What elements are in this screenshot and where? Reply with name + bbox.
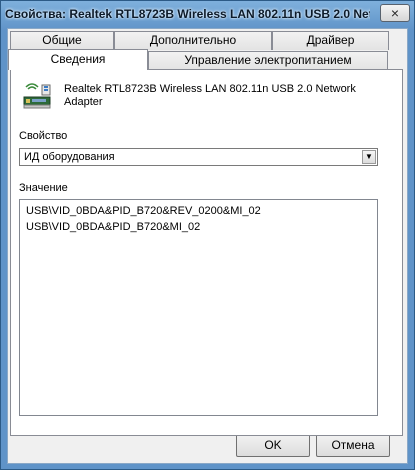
- close-button[interactable]: ×: [380, 4, 410, 22]
- tab-details[interactable]: Сведения: [8, 49, 148, 70]
- property-dropdown[interactable]: ИД оборудования ▼: [19, 148, 378, 166]
- tab-advanced[interactable]: Дополнительно: [114, 31, 272, 50]
- window-title: Свойства: Realtek RTL8723B Wireless LAN …: [5, 7, 370, 21]
- value-label: Значение: [19, 182, 68, 194]
- device-name: Realtek RTL8723B Wireless LAN 802.11n US…: [64, 83, 356, 108]
- dialog-client-area: Общие Дополнительно Драйвер Сведения Упр…: [7, 28, 408, 464]
- property-selected-value: ИД оборудования: [24, 151, 115, 163]
- list-item[interactable]: USB\VID_0BDA&PID_B720&REV_0200&MI_02: [26, 205, 261, 217]
- list-item[interactable]: USB\VID_0BDA&PID_B720&MI_02: [26, 221, 200, 233]
- tab-power-management[interactable]: Управление электропитанием: [148, 51, 388, 70]
- network-adapter-icon: [23, 83, 51, 109]
- title-bar[interactable]: Свойства: Realtek RTL8723B Wireless LAN …: [1, 1, 414, 29]
- chevron-down-icon[interactable]: ▼: [362, 150, 376, 164]
- tab-general[interactable]: Общие: [10, 31, 114, 50]
- ok-button[interactable]: OK: [236, 434, 310, 457]
- properties-window: Свойства: Realtek RTL8723B Wireless LAN …: [0, 0, 415, 470]
- cancel-button[interactable]: Отмена: [316, 434, 390, 457]
- property-label: Свойство: [19, 130, 68, 142]
- tab-driver[interactable]: Драйвер: [272, 31, 389, 50]
- value-list[interactable]: USB\VID_0BDA&PID_B720&REV_0200&MI_02 USB…: [19, 199, 378, 416]
